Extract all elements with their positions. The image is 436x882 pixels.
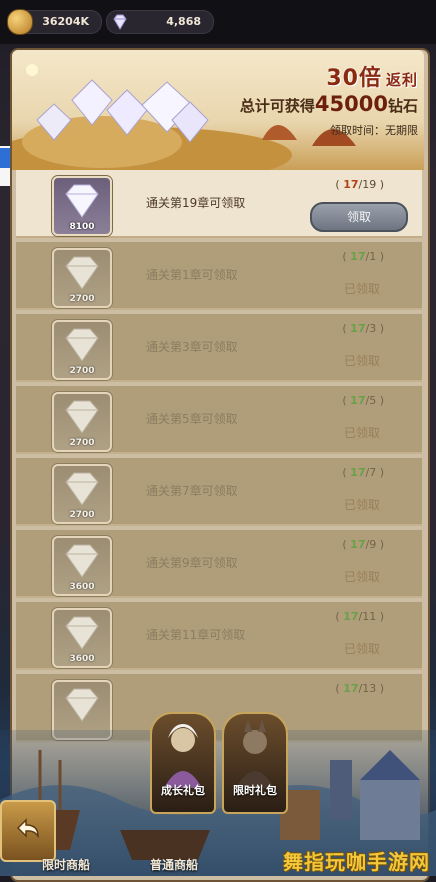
reward-row: 3600 通关第11章可领取 ( 17/11 ) 已领取: [16, 602, 422, 670]
diamond-counter[interactable]: 4,868: [106, 10, 214, 34]
chapter-progress: ( 17/9 ): [342, 538, 384, 551]
claim-button[interactable]: 领取: [310, 202, 408, 232]
diamond-reward-icon: 2700: [52, 464, 112, 524]
diamond-reward-icon: 2700: [52, 248, 112, 308]
claimed-label: 已领取: [343, 498, 380, 512]
reward-row: 2700 通关第5章可领取 ( 17/5 ) 已领取: [16, 386, 422, 454]
rebate-multiplier: 30倍 返利: [326, 66, 418, 91]
chapter-progress: ( 17/3 ): [342, 322, 384, 335]
diamond-reward-icon: 2700: [52, 320, 112, 380]
reward-row: 8100 通关第19章可领取 ( 17/19 ) 领取: [16, 170, 422, 238]
claimed-label: 已领取: [343, 426, 380, 440]
site-watermark: 舞指玩咖手游网: [283, 850, 430, 874]
total-reward: 总计可获得45000钻石: [239, 92, 418, 116]
claimed-label: 已领取: [343, 570, 380, 584]
gold-value: 36204K: [42, 15, 89, 28]
back-arrow-icon: [16, 818, 39, 839]
chapter-progress: ( 17/19 ): [335, 178, 384, 191]
reward-condition: 通关第11章可领取: [146, 628, 246, 642]
diamond-reward-icon: 8100: [52, 176, 112, 236]
reward-condition: 通关第9章可领取: [146, 556, 238, 570]
gold-coin-icon: [7, 9, 33, 35]
reward-condition: 通关第3章可领取: [146, 340, 238, 354]
chapter-progress: ( 17/5 ): [342, 394, 384, 407]
reward-condition: 通关第19章可领取: [146, 196, 246, 210]
claimed-label: 已领取: [343, 354, 380, 368]
chapter-progress: ( 17/7 ): [342, 466, 384, 479]
claim-time-label: 领取时间：无期限: [330, 124, 418, 137]
reward-row: 3600 通关第9章可领取 ( 17/9 ) 已领取: [16, 530, 422, 598]
growth-gift-pack[interactable]: 成长礼包: [150, 712, 216, 814]
diamond-icon: [113, 14, 127, 30]
reward-condition: 通关第5章可领取: [146, 412, 238, 426]
chapter-progress: ( 17/1 ): [342, 250, 384, 263]
gold-counter[interactable]: 36204K: [7, 9, 102, 35]
diamond-reward-icon: 3600: [52, 536, 112, 596]
resource-bar: 36204K 4,868: [0, 0, 436, 44]
back-button[interactable]: [0, 800, 56, 862]
diamond-reward-icon: 3600: [52, 608, 112, 668]
claimed-label: 已领取: [343, 642, 380, 656]
character-portrait-icon: [164, 724, 202, 788]
reward-condition: 通关第1章可领取: [146, 268, 238, 282]
nav-limited-ship[interactable]: 限时商船: [42, 856, 90, 873]
claimed-label: 已领取: [343, 282, 380, 296]
chapter-progress: ( 17/11 ): [335, 610, 384, 623]
diamond-reward-icon: 2700: [52, 392, 112, 452]
diamond-value: 4,868: [166, 15, 201, 28]
nav-normal-ship[interactable]: 普通商船: [150, 856, 198, 873]
limited-gift-pack[interactable]: 限时礼包: [222, 712, 288, 814]
character-portrait-icon: [236, 720, 274, 788]
reward-row: 2700 通关第3章可领取 ( 17/3 ) 已领取: [16, 314, 422, 382]
reward-condition: 通关第7章可领取: [146, 484, 238, 498]
reward-row: 2700 通关第7章可领取 ( 17/7 ) 已领取: [16, 458, 422, 526]
reward-row: 2700 通关第1章可领取 ( 17/1 ) 已领取: [16, 242, 422, 310]
